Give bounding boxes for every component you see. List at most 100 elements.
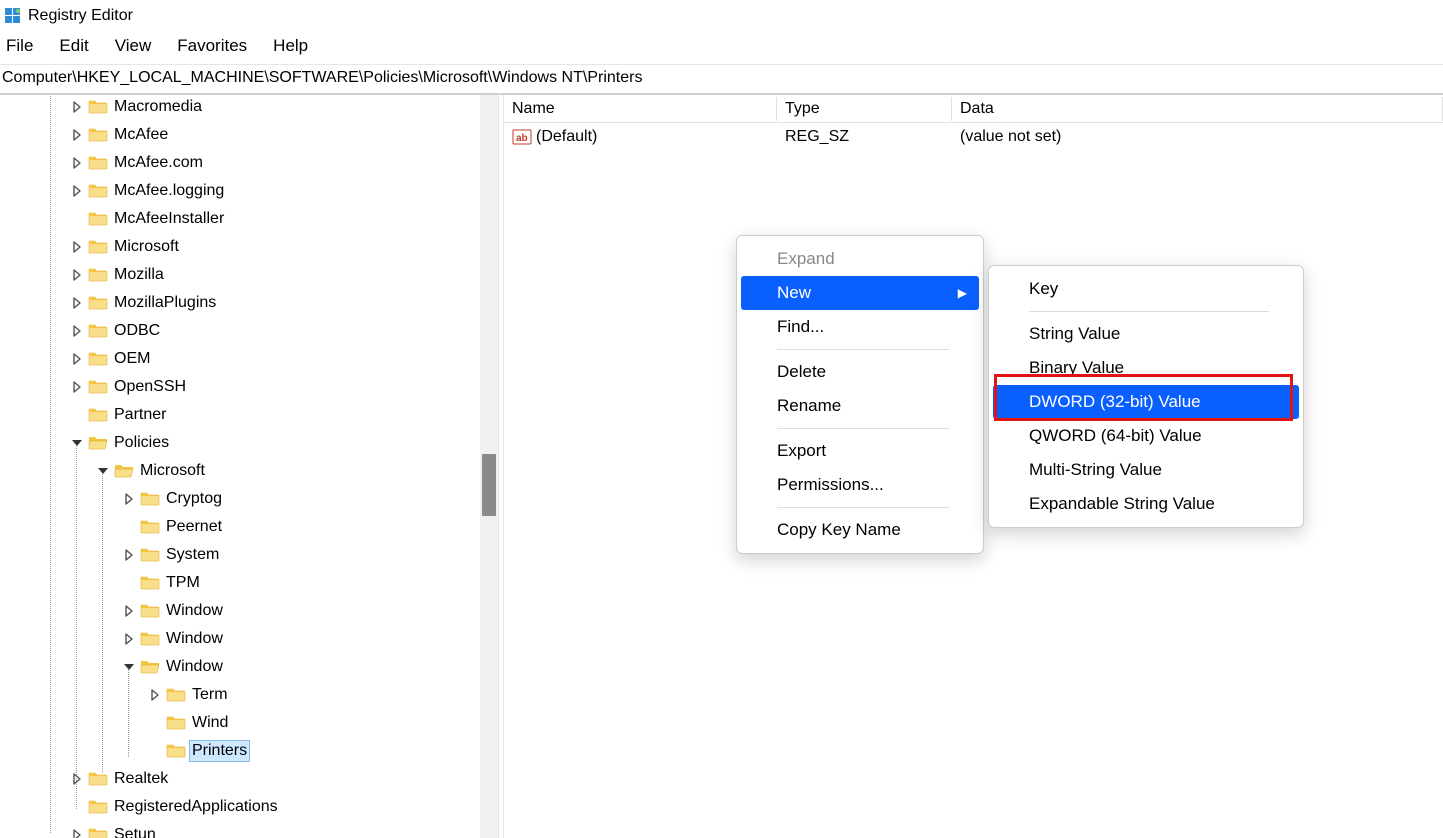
tree-expand-icon[interactable] <box>70 240 84 254</box>
folder-icon <box>166 713 186 733</box>
tree-expand-icon[interactable] <box>70 436 84 450</box>
tree-node[interactable]: MozillaPlugins <box>0 289 498 317</box>
ctx-new-multi-string-value[interactable]: Multi-String Value <box>993 453 1299 487</box>
folder-icon <box>88 797 108 817</box>
tree-expand-icon[interactable] <box>96 464 110 478</box>
ctx-key-export[interactable]: Export <box>741 434 979 468</box>
context-menu-key: ExpandNew▶Find...DeleteRenameExportPermi… <box>736 235 984 554</box>
tree-node[interactable]: Microsoft <box>0 233 498 261</box>
tree-expand-icon[interactable] <box>70 100 84 114</box>
tree-label: Macromedia <box>112 97 204 117</box>
tree-expand-icon[interactable] <box>70 352 84 366</box>
folder-icon <box>140 489 160 509</box>
folder-icon <box>88 153 108 173</box>
tree-node[interactable]: McAfee.com <box>0 149 498 177</box>
folder-icon <box>140 573 160 593</box>
tree-label: OEM <box>112 349 152 369</box>
tree-node[interactable]: Microsoft <box>0 457 498 485</box>
tree-node[interactable]: Mozilla <box>0 261 498 289</box>
tree-expand-icon[interactable] <box>70 128 84 142</box>
tree-scrollbar-track[interactable] <box>480 95 498 838</box>
tree-expand-spacer <box>70 408 84 422</box>
tree-node[interactable]: Realtek <box>0 765 498 793</box>
folder-icon <box>88 349 108 369</box>
tree-node[interactable]: McAfeeInstaller <box>0 205 498 233</box>
tree-node[interactable]: Setun <box>0 821 498 838</box>
menu-edit[interactable]: Edit <box>59 36 88 56</box>
submenu-arrow-icon: ▶ <box>958 286 967 300</box>
values-row[interactable]: ab(Default)REG_SZ(value not set) <box>504 123 1443 151</box>
folder-icon <box>88 181 108 201</box>
ctx-new-expandable-string-value[interactable]: Expandable String Value <box>993 487 1299 521</box>
ctx-key-copy-key-name[interactable]: Copy Key Name <box>741 513 979 547</box>
tree-expand-icon[interactable] <box>122 548 136 562</box>
tree-expand-icon[interactable] <box>70 184 84 198</box>
ctx-key-rename[interactable]: Rename <box>741 389 979 423</box>
tree-expand-icon[interactable] <box>70 380 84 394</box>
folder-icon <box>114 461 134 481</box>
tree-node[interactable]: OEM <box>0 345 498 373</box>
tree-label: Setun <box>112 825 158 838</box>
ctx-key-find[interactable]: Find... <box>741 310 979 344</box>
string-value-icon: ab <box>512 127 532 147</box>
ctx-new-string-value[interactable]: String Value <box>993 317 1299 351</box>
tree-node[interactable]: TPM <box>0 569 498 597</box>
tree-node[interactable]: Printers <box>0 737 498 765</box>
tree-expand-spacer <box>148 716 162 730</box>
tree-node[interactable]: Partner <box>0 401 498 429</box>
tree-label: McAfee <box>112 125 170 145</box>
menu-file[interactable]: File <box>6 36 33 56</box>
ctx-new-key[interactable]: Key <box>993 272 1299 306</box>
values-rows: ab(Default)REG_SZ(value not set) <box>504 123 1443 151</box>
tree-expand-icon[interactable] <box>70 156 84 170</box>
ctx-key-permissions[interactable]: Permissions... <box>741 468 979 502</box>
ctx-key-delete[interactable]: Delete <box>741 355 979 389</box>
ctx-new-binary-value[interactable]: Binary Value <box>993 351 1299 385</box>
menubar: File Edit View Favorites Help <box>0 30 1443 65</box>
tree-node[interactable]: Wind <box>0 709 498 737</box>
folder-icon <box>88 125 108 145</box>
tree-label: Window <box>164 601 225 621</box>
menu-help[interactable]: Help <box>273 36 308 56</box>
ctx-new-dword-32-bit-value[interactable]: DWORD (32-bit) Value <box>993 385 1299 419</box>
regedit-app-icon <box>4 7 22 25</box>
tree-expand-icon[interactable] <box>122 660 136 674</box>
tree-label: Policies <box>112 433 171 453</box>
tree-node[interactable]: Cryptog <box>0 485 498 513</box>
tree-node[interactable]: Peernet <box>0 513 498 541</box>
tree-expand-icon[interactable] <box>70 296 84 310</box>
tree-expand-icon[interactable] <box>148 688 162 702</box>
tree-node[interactable]: Term <box>0 681 498 709</box>
tree-expand-icon[interactable] <box>122 492 136 506</box>
tree-node[interactable]: RegisteredApplications <box>0 793 498 821</box>
folder-icon <box>88 433 108 453</box>
tree-expand-icon[interactable] <box>122 604 136 618</box>
column-data[interactable]: Data <box>952 97 1443 121</box>
tree-expand-icon[interactable] <box>70 324 84 338</box>
tree-node[interactable]: Window <box>0 625 498 653</box>
menu-favorites[interactable]: Favorites <box>177 36 247 56</box>
menu-view[interactable]: View <box>115 36 152 56</box>
column-type[interactable]: Type <box>777 97 952 121</box>
tree-scrollbar-thumb[interactable] <box>482 454 496 516</box>
value-data: (value not set) <box>952 126 1443 148</box>
tree-node[interactable]: Window <box>0 653 498 681</box>
tree-node[interactable]: OpenSSH <box>0 373 498 401</box>
address-bar[interactable]: Computer\HKEY_LOCAL_MACHINE\SOFTWARE\Pol… <box>0 65 1443 95</box>
tree-label: McAfee.com <box>112 153 205 173</box>
tree-node[interactable]: McAfee <box>0 121 498 149</box>
tree-node[interactable]: ODBC <box>0 317 498 345</box>
tree-node[interactable]: Policies <box>0 429 498 457</box>
tree[interactable]: Macromedia McAfee McAfee.com McAfee.logging… <box>0 95 498 838</box>
ctx-key-new[interactable]: New▶ <box>741 276 979 310</box>
ctx-new-qword-64-bit-value[interactable]: QWORD (64-bit) Value <box>993 419 1299 453</box>
column-name[interactable]: Name <box>504 97 777 121</box>
tree-expand-icon[interactable] <box>70 268 84 282</box>
tree-node[interactable]: Macromedia <box>0 95 498 121</box>
tree-node[interactable]: System <box>0 541 498 569</box>
folder-icon <box>88 825 108 838</box>
tree-node[interactable]: Window <box>0 597 498 625</box>
tree-expand-icon[interactable] <box>122 632 136 646</box>
tree-expand-icon[interactable] <box>70 772 84 786</box>
tree-node[interactable]: McAfee.logging <box>0 177 498 205</box>
